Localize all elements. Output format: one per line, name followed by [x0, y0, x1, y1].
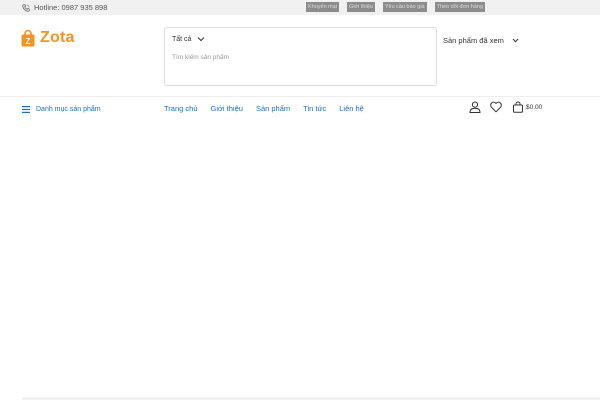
category-select-value: Tất cả — [172, 35, 192, 43]
main-navbar: Danh mục sản phẩm Trang chủ Giới thiệu S… — [0, 96, 600, 119]
header-actions: $0.00 — [469, 100, 542, 114]
logo-text: Zota — [40, 29, 75, 46]
hotline[interactable]: Hotline: 0987 935 898 — [22, 2, 107, 13]
hotline-label: Hotline: 0987 935 898 — [34, 3, 108, 12]
shopping-bag-cart-icon — [513, 101, 523, 113]
chevron-down-icon — [198, 37, 205, 42]
top-link-track-order[interactable]: Theo dõi đơn hàng — [434, 2, 486, 12]
viewed-products-label: Sản phẩm đã xem — [443, 35, 504, 45]
nav-item-news[interactable]: Tin tức — [303, 104, 326, 114]
nav-item-contact[interactable]: Liên hệ — [339, 104, 364, 114]
viewed-products-dropdown[interactable]: Sản phẩm đã xem — [443, 35, 519, 45]
category-menu-label: Danh mục sản phẩm — [36, 105, 101, 113]
site-logo[interactable]: Z Zota — [21, 28, 75, 48]
wishlist-heart-icon[interactable] — [490, 101, 502, 113]
category-menu-toggle[interactable]: Danh mục sản phẩm — [22, 104, 101, 114]
hamburger-menu-icon — [22, 105, 30, 113]
nav-item-home[interactable]: Trang chủ — [164, 104, 198, 114]
search-box: Tất cả — [164, 27, 437, 86]
shopping-bag-logo-icon: Z — [21, 29, 35, 47]
logo-badge-letter: Z — [26, 37, 31, 46]
nav-item-products[interactable]: Sản phẩm — [256, 104, 290, 114]
top-link-about[interactable]: Giới thiệu — [347, 2, 375, 12]
cart-total: $0.00 — [526, 103, 543, 111]
cart-button[interactable]: $0.00 — [512, 101, 542, 113]
top-link-promotions[interactable]: Khuyến mại — [306, 2, 340, 12]
category-select[interactable]: Tất cả — [172, 34, 205, 44]
user-account-icon[interactable] — [469, 101, 481, 113]
phone-icon — [22, 3, 30, 12]
main-menu: Trang chủ Giới thiệu Sản phẩm Tin tức Li… — [164, 104, 364, 114]
top-links: Khuyến mại Giới thiệu Yêu cầu báo giá Th… — [306, 2, 486, 13]
top-bar: Hotline: 0987 935 898 Khuyến mại Giới th… — [0, 0, 600, 15]
search-input[interactable] — [172, 51, 427, 63]
nav-item-about[interactable]: Giới thiệu — [211, 104, 243, 114]
chevron-down-icon — [512, 38, 519, 43]
top-link-quote-request[interactable]: Yêu cầu báo giá — [382, 2, 427, 12]
